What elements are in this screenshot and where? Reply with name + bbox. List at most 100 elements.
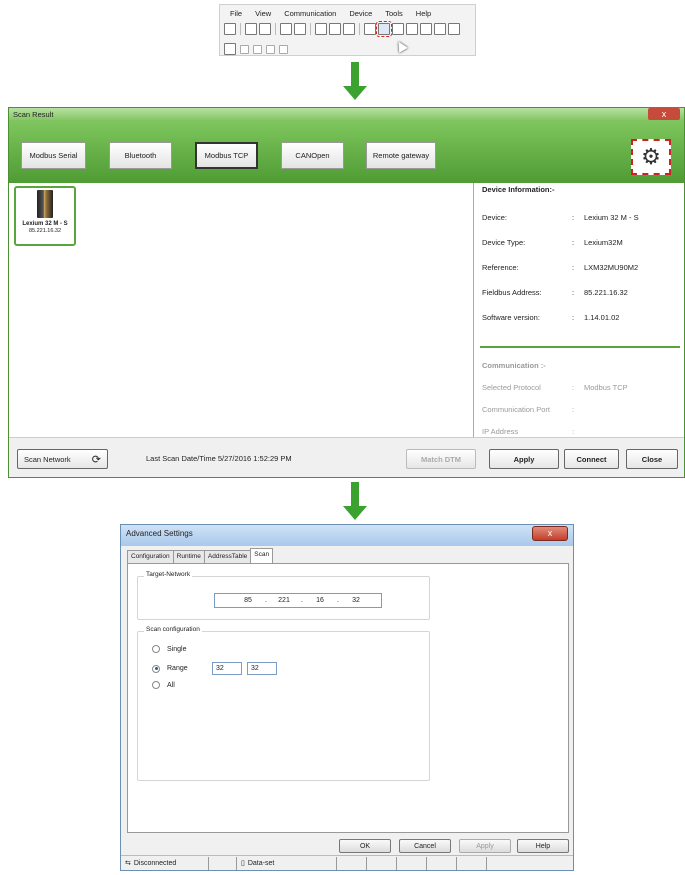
document-icon: ▯	[241, 860, 245, 867]
scan-network-label: Scan Network	[24, 454, 71, 464]
info-colon: :	[572, 263, 575, 272]
menu-file[interactable]: File	[230, 9, 242, 18]
copy-icon[interactable]	[364, 23, 376, 35]
target-network-legend: Target-Network	[144, 571, 193, 578]
window-title: Advanced Settings	[121, 525, 573, 546]
download-icon[interactable]	[434, 23, 446, 35]
tab-address-table[interactable]: AddressTable	[203, 550, 252, 563]
protocol-canopen[interactable]: CANOpen	[281, 142, 344, 169]
device-list: Lexium 32 M - S 85.221.16.32	[9, 183, 473, 437]
menu-tools[interactable]: Tools	[385, 9, 403, 18]
dataset-status-text: Data-set	[247, 859, 275, 867]
apply-button[interactable]: Apply	[459, 839, 511, 853]
ip-address-input[interactable]: 85. 221. 16. 32	[214, 593, 382, 608]
connection-status-text: Disconnected	[133, 859, 177, 867]
table-icon[interactable]	[266, 44, 275, 54]
dataset-status: ▯ Data-set	[237, 856, 337, 870]
info-key: Communication Port	[482, 405, 550, 414]
info-key: Device:	[482, 213, 508, 222]
protocol-modbus-tcp[interactable]: Modbus TCP	[195, 142, 258, 169]
device-icon[interactable]	[224, 43, 236, 55]
close-button[interactable]: Close	[626, 449, 678, 469]
ip-octet-2[interactable]: 221	[273, 597, 295, 604]
user-icon[interactable]	[253, 44, 262, 54]
table-edit-icon[interactable]	[279, 44, 288, 54]
close-icon[interactable]: x	[648, 108, 680, 120]
device-info-panel: Device Information:- Device:: Lexium 32 M…	[473, 183, 684, 437]
info-key: IP Address	[482, 427, 519, 436]
tab-runtime[interactable]: Runtime	[172, 550, 205, 563]
tab-configuration[interactable]: Configuration	[127, 550, 174, 563]
radio-label: All	[167, 681, 175, 689]
protocol-remote-gateway[interactable]: Remote gateway	[366, 142, 436, 169]
status-bar: ⇆ Disconnected ▯ Data-set	[121, 855, 573, 870]
info-key: Software version:	[482, 313, 540, 322]
advanced-settings-button[interactable]: ⚙	[631, 139, 671, 175]
status-cell	[209, 856, 237, 870]
refresh-icon: ⟳	[91, 453, 101, 466]
transfer-icon[interactable]	[448, 23, 460, 35]
grid-icon[interactable]	[240, 44, 249, 54]
comm-row-port: Communication Port:	[482, 405, 584, 414]
disconnect-icon[interactable]	[406, 23, 418, 35]
range-from-input[interactable]: 32	[212, 662, 242, 675]
advanced-settings-window: Advanced Settings x Configuration Runtim…	[120, 524, 574, 871]
ip-octet-3[interactable]: 16	[309, 597, 331, 604]
range-to-input[interactable]: 32	[247, 662, 277, 675]
protocol-modbus-serial[interactable]: Modbus Serial	[21, 142, 86, 169]
status-cell	[457, 856, 487, 870]
menu-help[interactable]: Help	[416, 9, 431, 18]
close-icon[interactable]: x	[532, 526, 568, 541]
scan-network-button[interactable]: Scan Network ⟳	[17, 449, 108, 469]
radio-button[interactable]	[152, 681, 160, 689]
menu-communication[interactable]: Communication	[284, 9, 336, 18]
protocol-bluetooth[interactable]: Bluetooth	[109, 142, 172, 169]
ip-octet-1[interactable]: 85	[237, 597, 259, 604]
scan-tab-panel: Target-Network 85. 221. 16. 32 Scan conf…	[127, 563, 569, 833]
tab-strip: Configuration Runtime AddressTable Scan	[127, 548, 274, 563]
scan-network-icon[interactable]	[376, 21, 392, 37]
menu-view[interactable]: View	[255, 9, 271, 18]
info-colon: :	[572, 238, 575, 247]
print-icon[interactable]	[329, 23, 341, 35]
ip-octet-4[interactable]: 32	[345, 597, 367, 604]
info-colon: :	[572, 213, 575, 222]
status-cell	[397, 856, 427, 870]
radio-button[interactable]	[152, 645, 160, 653]
new-file-icon[interactable]	[245, 23, 257, 35]
status-cell	[367, 856, 397, 870]
save-icon[interactable]	[280, 23, 292, 35]
radio-all[interactable]: All	[152, 681, 175, 689]
apply-button[interactable]: Apply	[489, 449, 559, 469]
status-cell	[427, 856, 457, 870]
toolbar-separator	[359, 23, 360, 35]
info-row-device: Device:: Lexium 32 M - S	[482, 213, 639, 222]
window-title: Scan Result	[9, 108, 684, 122]
open-folder-icon[interactable]	[259, 23, 271, 35]
cancel-button[interactable]: Cancel	[399, 839, 451, 853]
print-preview-icon[interactable]	[315, 23, 327, 35]
printer-icon[interactable]	[343, 23, 355, 35]
radio-range[interactable]: Range 32 32	[152, 662, 277, 675]
scan-result-window: Scan Result x Modbus Serial Bluetooth Mo…	[8, 107, 685, 478]
tab-scan[interactable]: Scan	[250, 548, 274, 563]
radio-single[interactable]: Single	[152, 645, 186, 653]
ok-button[interactable]: OK	[339, 839, 391, 853]
radio-button-selected[interactable]	[152, 664, 160, 673]
comm-row-ip-address: IP Address:	[482, 427, 584, 436]
plug-icon: ⇆	[125, 860, 131, 867]
menu-device[interactable]: Device	[349, 9, 372, 18]
home-icon[interactable]	[224, 23, 236, 35]
scan-footer: Scan Network ⟳ Last Scan Date/Time 5/27/…	[9, 437, 684, 477]
info-value: 1.14.01.02	[584, 313, 620, 322]
connect-button[interactable]: Connect	[564, 449, 619, 469]
protocol-bar: Modbus Serial Bluetooth Modbus TCP CANOp…	[9, 122, 684, 183]
match-dtm-button[interactable]: Match DTM	[406, 449, 476, 469]
upload-icon[interactable]	[420, 23, 432, 35]
device-card[interactable]: Lexium 32 M - S 85.221.16.32	[14, 186, 76, 246]
save-as-icon[interactable]	[294, 23, 306, 35]
info-row-fieldbus-address: Fieldbus Address::85.221.16.32	[482, 288, 628, 297]
connect-icon[interactable]	[392, 23, 404, 35]
help-button[interactable]: Help	[517, 839, 569, 853]
info-colon: :	[572, 427, 575, 436]
